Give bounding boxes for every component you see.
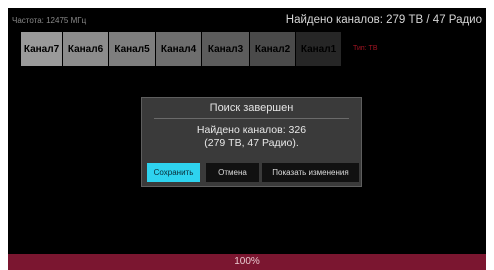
channel-label: Канал3 [207,43,244,55]
channel-tile: Канал2 [250,32,296,66]
scan-progress-bar: 100% [8,254,486,270]
channel-tile: Канал3 [202,32,250,66]
tv-screen: Частота: 12475 МГц Найдено каналов: 279 … [8,8,486,270]
channel-label: Канал7 [23,43,60,55]
channel-label: Канал2 [254,43,291,55]
found-channels-summary: Найдено каналов: 279 ТВ / 47 Радио [285,14,482,26]
show-changes-button[interactable]: Показать изменения [262,163,359,182]
channel-tile: Канал7 [21,32,63,66]
save-button[interactable]: Сохранить [147,163,200,182]
channel-type-tag: Тип: ТВ [353,45,378,52]
channel-label: Канал4 [160,43,197,55]
channel-label: Канал5 [114,43,150,55]
dialog-title: Поиск завершен [209,102,294,114]
dialog-divider [154,118,349,119]
frequency-label: Частота: 12475 МГц [12,16,87,25]
channel-label: Канал6 [67,43,104,55]
channel-tile: Канал5 [109,32,156,66]
channel-tile: Канал1 [296,32,341,66]
dialog-message-total: Найдено каналов: 326 [196,124,307,136]
channel-strip: Канал7 Канал6 Канал5 Канал4 Канал3 Канал… [21,32,341,66]
cancel-button[interactable]: Отмена [206,163,259,182]
channel-tile: Канал4 [156,32,202,66]
channel-tile: Канал6 [63,32,109,66]
progress-percent: 100% [234,256,260,267]
channel-label: Канал1 [300,43,337,55]
search-complete-dialog: Поиск завершен Найдено каналов: 326 (279… [141,97,362,187]
dialog-message-breakdown: (279 ТВ, 47 Радио). [204,137,299,149]
